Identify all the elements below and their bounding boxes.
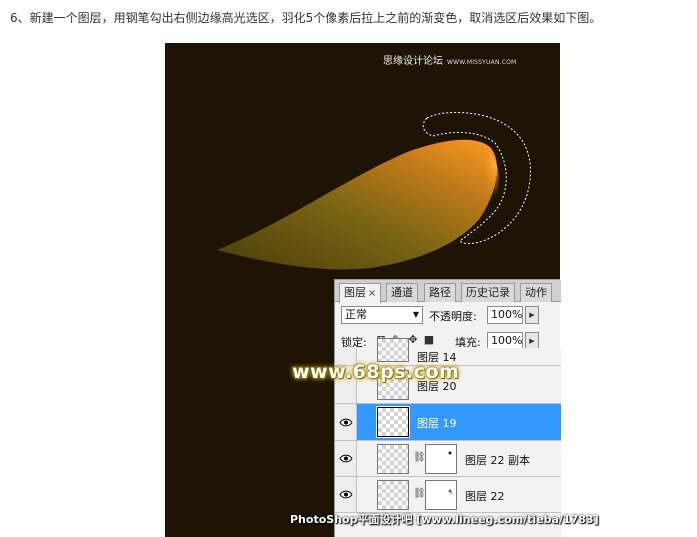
layer-row[interactable]: ⛓ 图层 22 副本 (335, 441, 561, 477)
site-logo-watermark: www.68ps.com (292, 361, 460, 383)
blend-opacity-row: 正常 ▼ 不透明度: 100% ▶ (335, 303, 561, 327)
panel-tab-bar: 图层 × 通道 路径 历史记录 动作 (335, 280, 561, 303)
watermark-bottom: PhotoShop平面设计吧 [www.lineeg.com/tieba/178… (290, 513, 599, 526)
layer-thumbnail (376, 406, 410, 438)
layer-mask-thumbnail[interactable] (425, 480, 457, 510)
instruction-text: 6、新建一个图层，用钢笔勾出右侧边缘高光选区，羽化5个像素后拉上之前的渐变色，取… (10, 11, 602, 25)
layer-mask-thumbnail[interactable] (425, 444, 457, 474)
visibility-toggle[interactable] (335, 477, 357, 512)
blend-mode-select[interactable]: 正常 ▼ (341, 306, 423, 324)
eye-icon (339, 454, 353, 463)
link-icon: ⛓ (413, 488, 426, 499)
layer-thumbnail (377, 480, 409, 510)
layer-row-selected[interactable]: 图层 19 (335, 404, 561, 441)
eye-icon (339, 490, 353, 499)
layer-name: 图层 22 (465, 490, 505, 503)
layer-thumbnail (377, 338, 409, 362)
tab-actions[interactable]: 动作 (520, 283, 552, 302)
opacity-arrow-icon[interactable]: ▶ (525, 306, 539, 324)
opacity-input[interactable]: 100% (487, 306, 523, 324)
mask-art (448, 451, 452, 455)
link-icon: ⛓ (413, 452, 426, 463)
visibility-toggle[interactable] (335, 441, 357, 476)
watermark-top: 思缘设计论坛 WWW.MISSYUAN.COM (383, 56, 517, 67)
tab-history[interactable]: 历史记录 (461, 283, 515, 302)
tab-paths[interactable]: 路径 (424, 283, 456, 302)
lock-all-icon[interactable]: ■ (423, 334, 435, 346)
visibility-toggle[interactable] (335, 404, 357, 440)
tab-layers[interactable]: 图层 × (339, 283, 382, 303)
blend-mode-value: 正常 (345, 308, 367, 321)
leaf-shape (217, 139, 498, 270)
layer-thumbnail (377, 444, 409, 474)
opacity-label: 不透明度: (429, 310, 477, 323)
layer-row[interactable]: ⛓ 图层 22 (335, 477, 561, 513)
mask-art (448, 489, 452, 494)
dropdown-arrow-icon: ▼ (412, 310, 419, 319)
layer-name: 图层 22 副本 (465, 454, 530, 467)
layers-panel: 图层 × 通道 路径 历史记录 动作 正常 ▼ 不透明度: 100% ▶ 锁定: … (334, 279, 561, 537)
eye-icon (339, 418, 353, 427)
tab-channels[interactable]: 通道 (386, 283, 418, 302)
layer-name: 图层 19 (417, 417, 457, 430)
close-icon[interactable]: × (368, 288, 376, 299)
